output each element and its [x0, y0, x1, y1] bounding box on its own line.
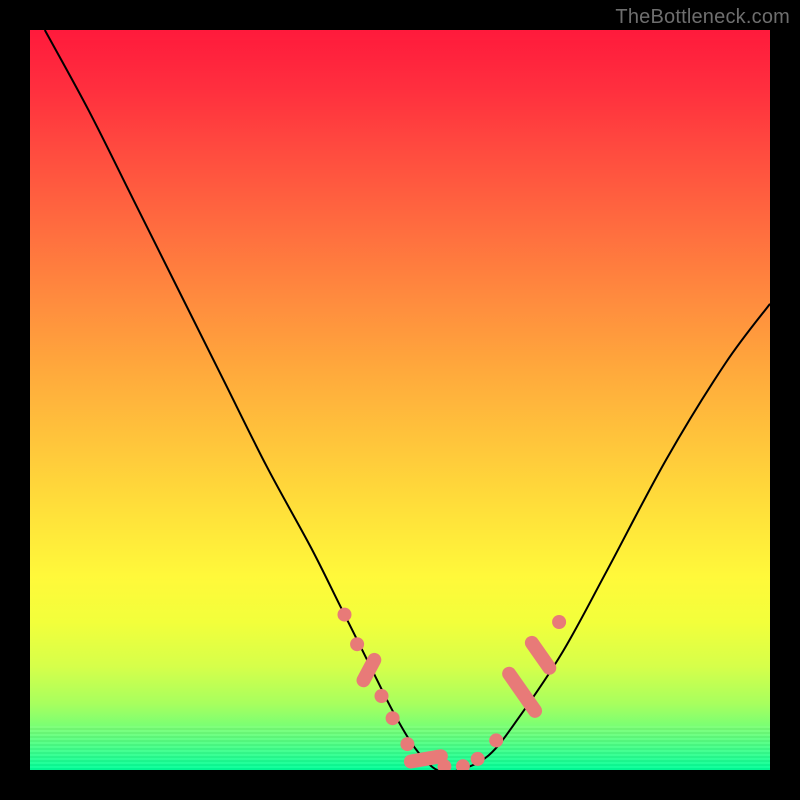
- bottom-dot-4: [471, 752, 485, 766]
- left-dot-4: [386, 711, 400, 725]
- bottom-dot-3: [456, 759, 470, 770]
- bottom-stripes: [30, 726, 770, 770]
- watermark-text: TheBottleneck.com: [615, 6, 790, 29]
- right-pill-2: [522, 633, 559, 677]
- curve-layer: [30, 30, 770, 770]
- left-dot-2: [350, 637, 364, 651]
- right-dot-2: [552, 615, 566, 629]
- plot-area: [30, 30, 770, 770]
- right-dot-1: [489, 733, 503, 747]
- left-dot-3: [375, 689, 389, 703]
- bottleneck-curve: [45, 30, 770, 770]
- chart-frame: TheBottleneck.com: [0, 0, 800, 800]
- marker-group: [338, 608, 567, 770]
- right-pill-1: [499, 664, 544, 721]
- bottom-pill-1: [403, 748, 449, 769]
- bottom-dot-2: [437, 759, 451, 770]
- left-pill-1: [354, 650, 384, 689]
- left-upper-dot: [338, 608, 352, 622]
- bottom-dot-1: [400, 737, 414, 751]
